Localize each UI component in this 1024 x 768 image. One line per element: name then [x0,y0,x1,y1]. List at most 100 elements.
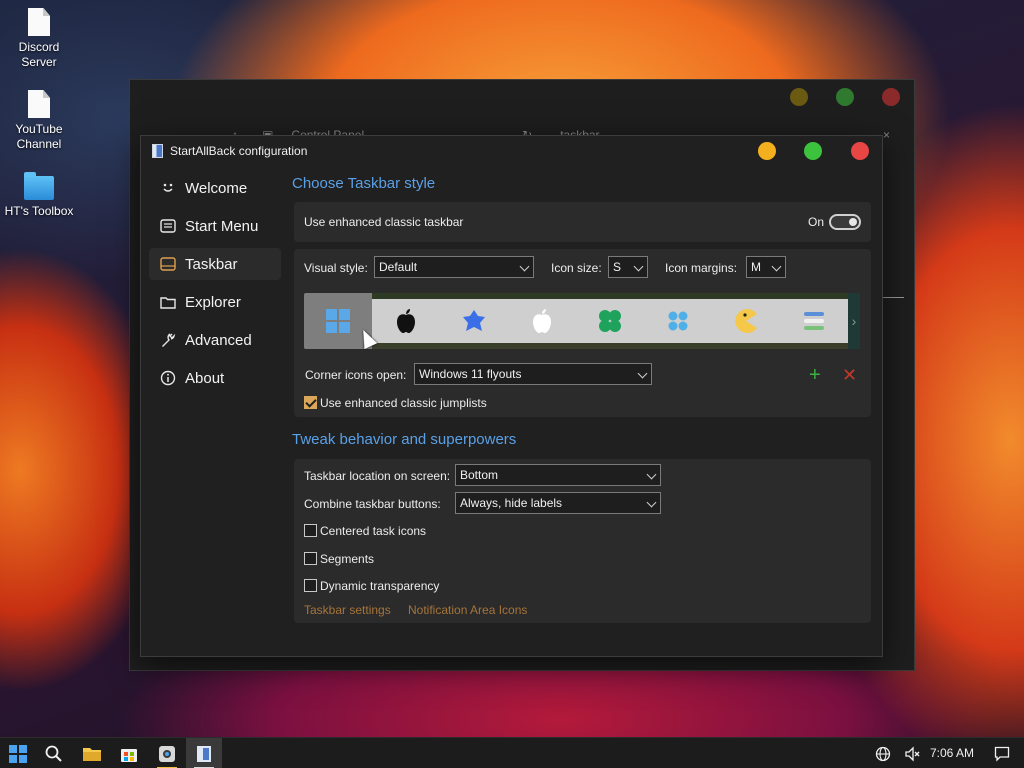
style-blue-dots-icon[interactable] [644,293,712,349]
maximize-button[interactable] [804,142,822,160]
volume-tray-button[interactable] [898,738,926,768]
network-tray-button[interactable] [868,738,898,768]
corner-icons-select[interactable]: Windows 11 flyouts [414,363,652,385]
taskbar-icon [159,255,177,273]
icon-margins-value: M [751,260,761,274]
taskbar-location-label: Taskbar location on screen: [304,469,451,483]
start-menu-icon [159,217,177,235]
taskbar-location-value: Bottom [460,468,499,482]
sidebar-item-taskbar[interactable]: Taskbar [149,248,281,280]
jumplists-label: Use enhanced classic jumplists [320,396,487,410]
search-button[interactable] [36,738,72,768]
scroll-right-chevron-icon[interactable]: › [848,293,860,349]
style-apple-white-icon[interactable] [508,293,576,349]
remove-icon[interactable]: ✕ [842,366,857,384]
startallback-window: StartAllBack configuration Welcome Start… [140,135,883,657]
divider [882,297,904,298]
sidebar-item-welcome[interactable]: Welcome [149,172,281,204]
desktop-icon-discord-server[interactable]: Discord Server [1,8,77,70]
enhanced-taskbar-toggle[interactable] [829,214,861,230]
segments-checkbox[interactable] [304,552,317,565]
combine-buttons-select[interactable]: Always, hide labels [455,492,661,514]
close-button[interactable] [851,142,869,160]
style-pacman-icon[interactable] [712,293,780,349]
search-icon [45,745,62,762]
sidebar-item-advanced[interactable]: Advanced [149,324,281,356]
dynamic-transparency-label: Dynamic transparency [320,579,440,593]
smile-icon [159,179,177,197]
sidebar-item-start-menu[interactable]: Start Menu [149,210,281,242]
desktop-icon-label: HT's Toolbox [4,204,74,218]
store-button[interactable] [111,738,147,768]
sidebar-item-about[interactable]: About [149,362,281,394]
taskbar-clock[interactable]: 7:06 AM [930,746,974,760]
minimize-dot-icon[interactable] [790,88,808,106]
add-icon[interactable]: + [809,365,821,385]
taskbar-location-select[interactable]: Bottom [455,464,661,486]
dynamic-transparency-checkbox[interactable] [304,579,317,592]
jumplists-checkbox[interactable] [304,396,317,409]
taskbar-settings-link[interactable]: Taskbar settings [304,603,391,617]
visual-style-value: Default [379,260,418,274]
control-panel-button[interactable] [149,738,185,768]
desktop-icon-youtube-channel[interactable]: YouTube Channel [1,90,77,152]
desktop-icon-hts-toolbox[interactable]: HT's Toolbox [1,172,77,219]
icon-size-value: S [613,260,622,274]
sidebar-item-label: Taskbar [185,255,238,273]
startallback-app-icon [197,745,211,762]
visual-style-label: Visual style: [304,261,368,275]
segments-label: Segments [320,552,375,566]
wrench-icon [159,331,177,349]
notification-area-icons-link[interactable]: Notification Area Icons [408,603,527,617]
chevron-down-icon [637,368,648,379]
sidebar-nav: Welcome Start Menu Taskbar Explorer Adva… [149,172,281,400]
file-explorer-button[interactable] [74,738,110,768]
desktop-icon-label: Server [21,55,57,69]
notification-center-button[interactable] [986,738,1018,768]
sidebar-item-explorer[interactable]: Explorer [149,286,281,318]
window-title: StartAllBack configuration [170,144,308,158]
file-icon [28,8,50,36]
control-panel-icon [159,745,175,762]
tweak-behavior-panel: Taskbar location on screen: Bottom Combi… [294,459,871,623]
visual-style-select[interactable]: Default [374,256,534,278]
desktop-icon-label: YouTube [15,122,63,136]
style-green-clover-icon[interactable] [576,293,644,349]
clear-search-icon[interactable]: × [883,128,890,142]
title-bar[interactable]: StartAllBack configuration [141,136,882,166]
combine-buttons-value: Always, hide labels [460,496,563,510]
sidebar-item-label: About [185,369,225,387]
folder-icon [159,293,177,311]
maximize-dot-icon[interactable] [836,88,854,106]
startallback-taskbar-button[interactable] [186,738,222,768]
chevron-down-icon [646,469,657,480]
style-hamburger-icon[interactable] [780,293,848,349]
start-button[interactable] [0,738,36,768]
chevron-down-icon [633,261,644,272]
enhanced-taskbar-label: Use enhanced classic taskbar [304,215,464,229]
startallback-app-icon [152,144,163,158]
centered-icons-checkbox[interactable] [304,524,317,537]
file-icon [28,90,50,118]
desktop-icon-label: Channel [16,137,62,151]
folder-icon [83,747,101,761]
toggle-state-label: On [808,215,825,229]
close-dot-icon[interactable] [882,88,900,106]
chevron-down-icon [519,261,530,272]
icon-margins-label: Icon margins: [665,261,738,275]
store-icon [121,748,137,762]
enhanced-taskbar-panel: Use enhanced classic taskbar On [294,202,871,242]
taskbar-style-picker: › [304,293,860,349]
sidebar-item-label: Advanced [185,331,252,349]
sidebar-item-label: Start Menu [185,217,259,235]
system-taskbar: 7:06 AM [0,737,1024,768]
icon-margins-select[interactable]: M [746,256,786,278]
icon-size-select[interactable]: S [608,256,648,278]
chevron-down-icon [771,261,782,272]
style-apple-icon[interactable] [372,293,440,349]
style-blue-blob-icon[interactable] [440,293,508,349]
icon-size-label: Icon size: [551,261,602,275]
combine-buttons-label: Combine taskbar buttons: [304,497,441,511]
minimize-button[interactable] [758,142,776,160]
info-icon [159,369,177,387]
